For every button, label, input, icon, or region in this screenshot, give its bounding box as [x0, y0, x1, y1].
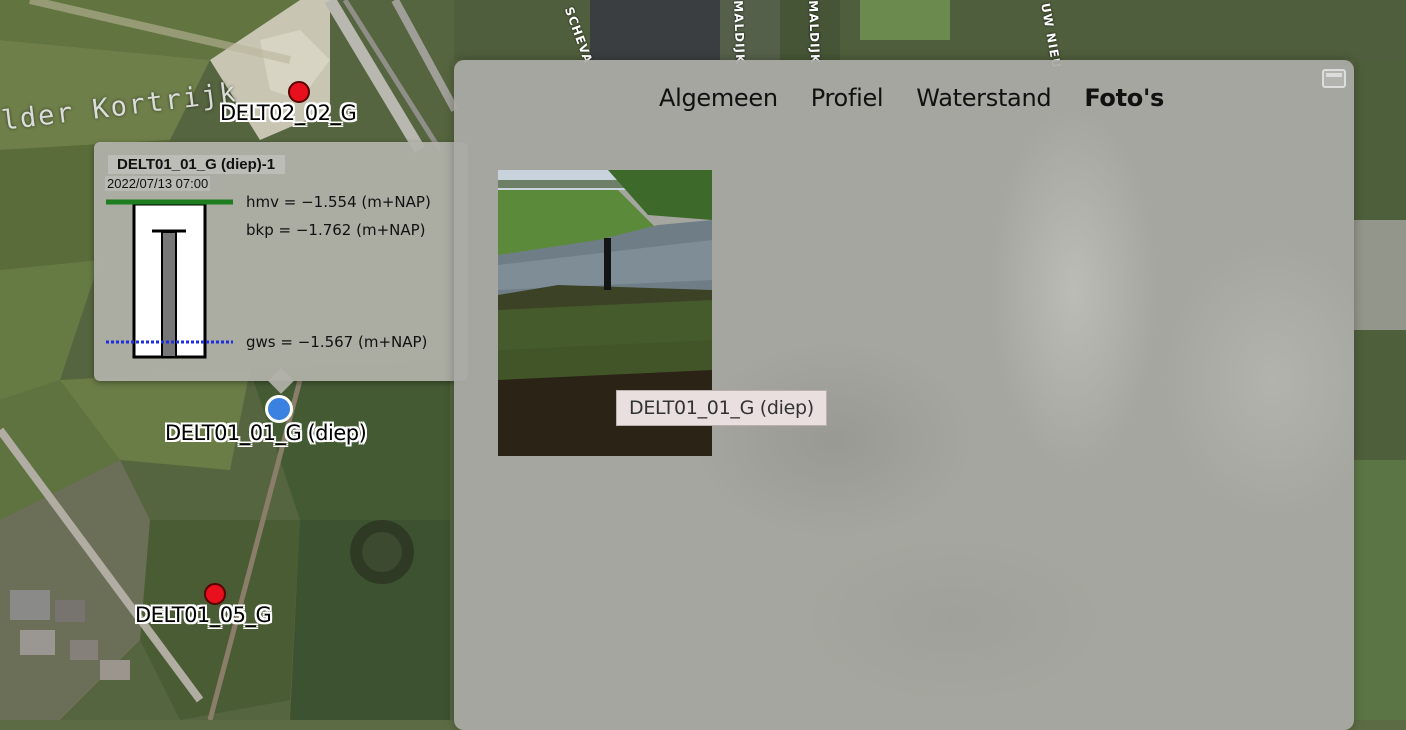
tab-profiel[interactable]: Profiel [811, 84, 884, 112]
map-marker-delt02-02-g[interactable] [288, 81, 310, 103]
well-info-popup: DELT01_01_G (diep)-1 2022/07/13 07:00 hm… [94, 142, 468, 394]
marker-label[interactable]: DELT01_05_G [135, 603, 272, 627]
info-panel: Algemeen Profiel Waterstand Foto's [454, 60, 1354, 730]
popup-title: DELT01_01_G (diep)-1 [108, 155, 286, 174]
tab-algemeen[interactable]: Algemeen [659, 84, 778, 112]
popup-datetime: 2022/07/13 07:00 [105, 176, 211, 191]
filter-pipe [161, 231, 177, 358]
minimize-icon[interactable] [1322, 69, 1346, 88]
map-marker-delt01-01-g-diep[interactable] [265, 395, 293, 423]
gws-value: gws = −1.567 (m+NAP) [246, 333, 428, 351]
bkp-value: bkp = −1.762 (m+NAP) [246, 221, 426, 239]
street-label: MALDIJK [806, 0, 823, 65]
marker-label[interactable]: DELT02_02_G [220, 101, 357, 125]
tab-bar: Algemeen Profiel Waterstand Foto's [454, 84, 1354, 112]
hmv-value: hmv = −1.554 (m+NAP) [246, 193, 431, 211]
street-label: MALDIJK [731, 0, 748, 65]
tab-waterstand[interactable]: Waterstand [916, 84, 1051, 112]
photo-tooltip: DELT01_01_G (diep) [616, 390, 827, 426]
marker-label[interactable]: DELT01_01_G (diep) [165, 421, 367, 445]
map-marker-delt01-05-g[interactable] [204, 583, 226, 605]
tab-fotos[interactable]: Foto's [1084, 84, 1164, 112]
